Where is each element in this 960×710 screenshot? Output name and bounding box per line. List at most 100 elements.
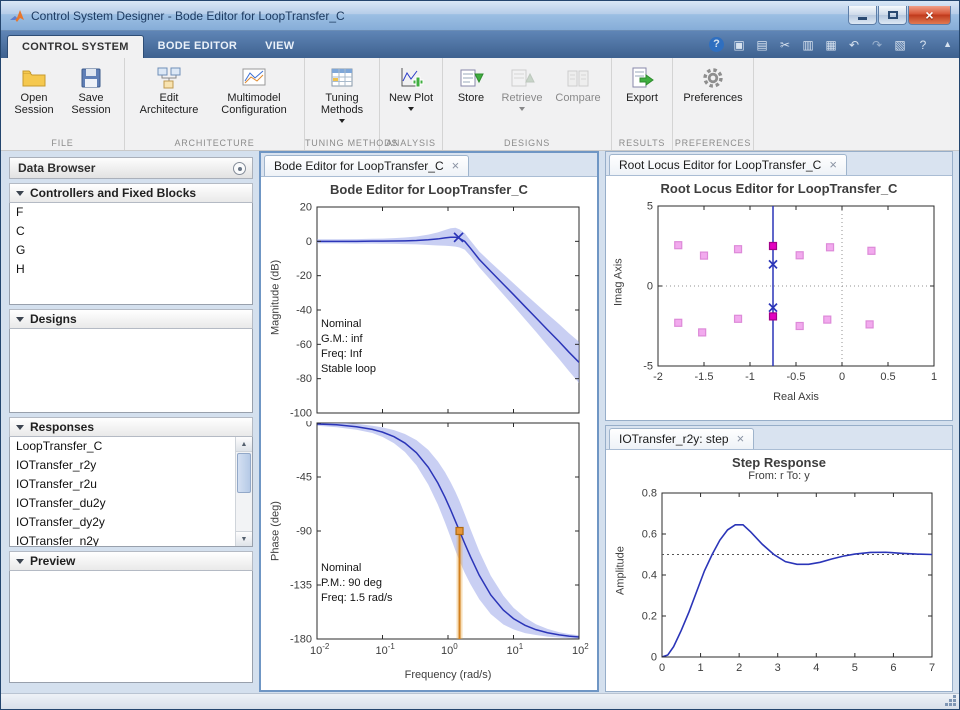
- gear-icon: [703, 68, 723, 88]
- bode-phase-plot[interactable]: Phase (deg) Nominal P.M.: 90 deg Freq: 1…: [269, 418, 590, 667]
- step-tab-strip: IOTransfer_r2y: step: [606, 426, 952, 450]
- svg-text:0.5: 0.5: [880, 371, 895, 383]
- designs-list[interactable]: [9, 329, 253, 413]
- layout-icon[interactable]: [892, 38, 908, 52]
- tab-close-icon[interactable]: [737, 432, 745, 446]
- snapshot-icon[interactable]: [731, 38, 747, 52]
- svg-text:0.2: 0.2: [642, 611, 657, 623]
- amplitude-axis-label: Amplitude: [614, 546, 627, 596]
- quick-save-icon[interactable]: [754, 38, 770, 52]
- svg-text:-135: -135: [290, 580, 312, 592]
- group-caption-tuning-methods: TUNING METHODS: [305, 138, 399, 148]
- step-response-plot[interactable]: Amplitude 0 1 2 3 4 5 6 7 0 0.2 0.4 0.6 0.8: [614, 485, 944, 677]
- svg-text:7: 7: [929, 662, 935, 674]
- data-browser-options-icon[interactable]: [233, 162, 246, 175]
- data-browser: Data Browser Controllers and Fixed Block…: [9, 157, 253, 687]
- list-item[interactable]: IOTransfer_r2y: [10, 456, 235, 475]
- bode-magnitude-plot[interactable]: Magnitude (dB) Nominal G.M.: inf Freq: I…: [269, 199, 589, 421]
- svg-text:-2: -2: [653, 371, 663, 383]
- compare-button[interactable]: Compare: [551, 63, 605, 106]
- svg-text:-0.5: -0.5: [787, 371, 806, 383]
- real-axis-label: Real Axis: [773, 391, 819, 403]
- section-responses-header[interactable]: Responses: [9, 417, 253, 437]
- new-plot-icon: [401, 68, 424, 88]
- maximize-button[interactable]: [878, 6, 907, 25]
- step-response-tab[interactable]: IOTransfer_r2y: step: [609, 428, 755, 449]
- scroll-down-icon[interactable]: [236, 531, 252, 546]
- controllers-list[interactable]: F C G H: [9, 203, 253, 305]
- undo-icon[interactable]: [846, 38, 862, 52]
- new-plot-button[interactable]: New Plot: [386, 63, 436, 116]
- svg-text:0: 0: [306, 236, 312, 248]
- paste-icon[interactable]: [823, 38, 839, 52]
- edit-architecture-button[interactable]: Edit Architecture: [131, 63, 207, 118]
- root-locus-tab[interactable]: Root Locus Editor for LoopTransfer_C: [609, 154, 847, 175]
- svg-text:0.6: 0.6: [642, 529, 657, 541]
- tab-view[interactable]: VIEW: [251, 35, 308, 58]
- svg-text:-80: -80: [296, 373, 312, 385]
- preview-box: [9, 571, 253, 683]
- root-locus-plot[interactable]: Imag Axis -2 -1.5 -1 -0.5 0 0.5 1 -5 0 5: [612, 198, 946, 390]
- list-item[interactable]: IOTransfer_r2u: [10, 475, 235, 494]
- quick-access-toolbar: [709, 31, 931, 58]
- group-caption-analysis: ANALYSIS: [386, 138, 436, 148]
- scroll-up-icon[interactable]: [236, 437, 252, 452]
- svg-text:0: 0: [647, 281, 653, 293]
- tab-bode-editor[interactable]: BODE EDITOR: [144, 35, 252, 58]
- minimize-ribbon-icon[interactable]: [943, 39, 952, 49]
- copy-icon[interactable]: [800, 38, 816, 52]
- store-icon: [460, 69, 484, 87]
- resize-grip[interactable]: [944, 694, 957, 707]
- multimodel-configuration-button[interactable]: Multimodel Configuration: [210, 63, 298, 118]
- svg-text:-90: -90: [296, 526, 312, 538]
- close-button[interactable]: ×: [908, 6, 951, 25]
- scrollbar-thumb[interactable]: [237, 453, 251, 493]
- list-item[interactable]: H: [10, 260, 252, 279]
- help-badge-icon[interactable]: [709, 37, 724, 52]
- tab-control-system[interactable]: CONTROL SYSTEM: [7, 35, 144, 58]
- gain-margin-annotation: Nominal G.M.: inf Freq: Inf Stable loop: [321, 318, 377, 375]
- store-button[interactable]: Store: [449, 63, 493, 106]
- section-controllers-header[interactable]: Controllers and Fixed Blocks: [9, 183, 253, 203]
- tab-close-icon[interactable]: [452, 159, 460, 173]
- window-title: Control System Designer - Bode Editor fo…: [31, 8, 345, 23]
- tuning-methods-button[interactable]: Tuning Methods: [311, 63, 373, 128]
- svg-text:10-1: 10-1: [376, 642, 396, 657]
- preferences-button[interactable]: Preferences: [679, 63, 747, 106]
- list-item[interactable]: C: [10, 222, 252, 241]
- list-item[interactable]: G: [10, 241, 252, 260]
- responses-scrollbar[interactable]: [235, 437, 252, 546]
- svg-text:-60: -60: [296, 339, 312, 351]
- data-browser-header: Data Browser: [9, 157, 253, 179]
- root-locus-title: Root Locus Editor for LoopTransfer_C: [660, 181, 898, 196]
- section-preview-header[interactable]: Preview: [9, 551, 253, 571]
- list-item[interactable]: IOTransfer_n2y: [10, 532, 235, 546]
- list-item[interactable]: F: [10, 203, 252, 222]
- phase-margin-annotation: Nominal P.M.: 90 deg Freq: 1.5 rad/s: [321, 562, 393, 604]
- titlebar[interactable]: Control System Designer - Bode Editor fo…: [1, 1, 959, 31]
- svg-text:6: 6: [890, 662, 896, 674]
- redo-icon[interactable]: [869, 38, 885, 52]
- section-designs-header[interactable]: Designs: [9, 309, 253, 329]
- responses-list[interactable]: LoopTransfer_C IOTransfer_r2y IOTransfer…: [9, 437, 253, 547]
- minimize-button[interactable]: [848, 6, 877, 25]
- retrieve-button[interactable]: Retrieve: [496, 63, 548, 116]
- cut-icon[interactable]: [777, 38, 793, 52]
- save-session-button[interactable]: Save Session: [64, 63, 118, 118]
- minimize-icon: [858, 17, 867, 20]
- group-preferences: Preferences PREFERENCES: [673, 58, 754, 150]
- group-caption-results: RESULTS: [618, 138, 666, 148]
- group-architecture: Edit Architecture Multimodel Configurati…: [125, 58, 305, 150]
- step-response-subtitle: From: r To: y: [748, 470, 810, 482]
- svg-text:5: 5: [647, 201, 653, 213]
- open-session-button[interactable]: Open Session: [7, 63, 61, 118]
- bode-editor-tab[interactable]: Bode Editor for LoopTransfer_C: [264, 155, 470, 176]
- help-icon[interactable]: [915, 38, 931, 52]
- list-item[interactable]: LoopTransfer_C: [10, 437, 235, 456]
- list-item[interactable]: IOTransfer_dy2y: [10, 513, 235, 532]
- export-button[interactable]: Export: [618, 63, 666, 106]
- tab-close-icon[interactable]: [829, 158, 837, 172]
- svg-text:0: 0: [651, 652, 657, 664]
- svg-text:-180: -180: [290, 634, 312, 646]
- list-item[interactable]: IOTransfer_du2y: [10, 494, 235, 513]
